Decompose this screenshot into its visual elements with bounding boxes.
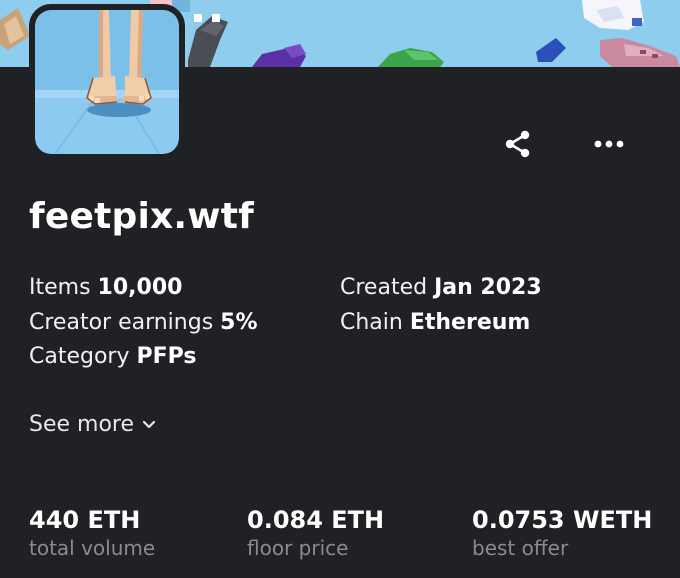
- stat-label: floor price: [247, 536, 349, 560]
- stat-value: 440 ETH: [29, 506, 141, 534]
- chevron-down-icon: [142, 420, 156, 428]
- floor-price-stat[interactable]: 0.084 ETH floor price: [247, 506, 384, 560]
- avatar-artwork: [35, 10, 179, 154]
- created-value: Jan 2023: [434, 275, 542, 300]
- category-value: PFPs: [136, 344, 197, 369]
- chain-label: Chain: [340, 310, 403, 335]
- category-label: Category: [29, 344, 130, 369]
- created-detail: Created Jan 2023: [340, 275, 542, 300]
- items-detail: Items 10,000: [29, 275, 182, 300]
- collection-name: feetpix.wtf: [29, 196, 255, 237]
- stat-label: total volume: [29, 536, 156, 560]
- creator-earnings-label: Creator earnings: [29, 310, 214, 335]
- collection-avatar: [29, 4, 185, 160]
- stat-label: best offer: [472, 536, 569, 560]
- chain-value: Ethereum: [409, 310, 531, 335]
- stat-value: 0.084 ETH: [247, 506, 385, 534]
- see-more-button[interactable]: See more: [29, 412, 156, 437]
- total-volume-stat[interactable]: 440 ETH total volume: [29, 506, 155, 560]
- share-icon: [505, 130, 530, 158]
- more-options-button[interactable]: [587, 122, 631, 166]
- chain-detail: Chain Ethereum: [340, 310, 530, 335]
- collection-page: feetpix.wtf Items 10,000 Created Jan 202…: [0, 0, 680, 578]
- share-button[interactable]: [496, 122, 540, 166]
- creator-earnings-detail: Creator earnings 5%: [29, 310, 258, 335]
- see-more-label: See more: [29, 412, 135, 437]
- category-detail: Category PFPs: [29, 344, 196, 369]
- created-label: Created: [340, 275, 428, 300]
- creator-earnings-value: 5%: [220, 310, 258, 335]
- items-label: Items: [29, 275, 91, 300]
- items-value: 10,000: [97, 275, 183, 300]
- more-dots-icon: [594, 140, 624, 148]
- stat-value: 0.0753 WETH: [472, 506, 653, 534]
- best-offer-stat[interactable]: 0.0753 WETH best offer: [472, 506, 652, 560]
